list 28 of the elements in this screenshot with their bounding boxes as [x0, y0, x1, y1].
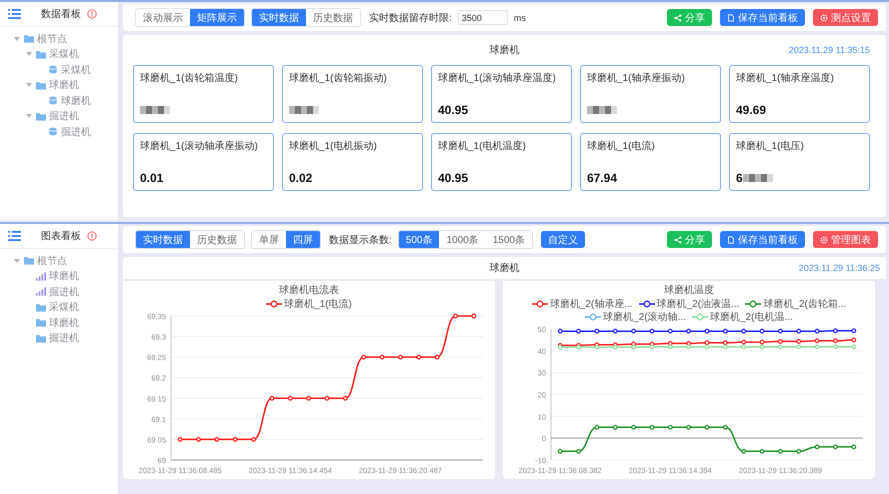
metric-value: 40.95: [438, 171, 468, 185]
metric-title: 球磨机_1(电机温度): [438, 140, 527, 153]
metric-value: 67.94: [587, 171, 618, 185]
panel-title: 球磨机: [490, 44, 520, 57]
metric-title: 球磨机_1(轴承座温度): [736, 72, 835, 85]
metric-title: 球磨机_1(电压): [736, 140, 805, 153]
chart-title: 球磨机电流表: [279, 284, 339, 297]
unit-label: ms: [514, 12, 526, 22]
metric-title: 球磨机_1(电机振动): [289, 140, 378, 153]
panel-title: 球磨机: [490, 262, 520, 275]
retention-label: 实时数据留存时限:: [369, 12, 452, 24]
metric-value: 6: [736, 171, 743, 185]
metric-title: 球磨机_1(滚动轴承座温度): [438, 72, 557, 85]
metric-title: 球磨机_1(电流): [587, 140, 656, 153]
chart-title: 球磨机温度: [664, 284, 714, 297]
sidebar-title: 图表看板: [41, 230, 81, 243]
metric-title: 球磨机_1(滚动轴承座振动): [140, 140, 259, 153]
sidebar-title: 数据看板: [41, 8, 81, 21]
metric-title: 球磨机_1(齿轮箱温度): [140, 72, 239, 85]
metric-value: 49.69: [736, 103, 766, 117]
metric-value: 0.01: [140, 171, 164, 185]
metric-title: 球磨机_1(齿轮箱振动): [289, 72, 388, 85]
timestamp: 2023.11.29 11:35:15: [788, 45, 870, 55]
metric-title: 球磨机_1(轴承座振动): [587, 72, 686, 85]
row-count-label: 数据显示条数:: [329, 234, 392, 246]
timestamp: 2023.11.29 11:36:25: [798, 263, 880, 273]
metric-value: 0.02: [289, 171, 312, 185]
metric-value: 40.95: [438, 103, 468, 117]
